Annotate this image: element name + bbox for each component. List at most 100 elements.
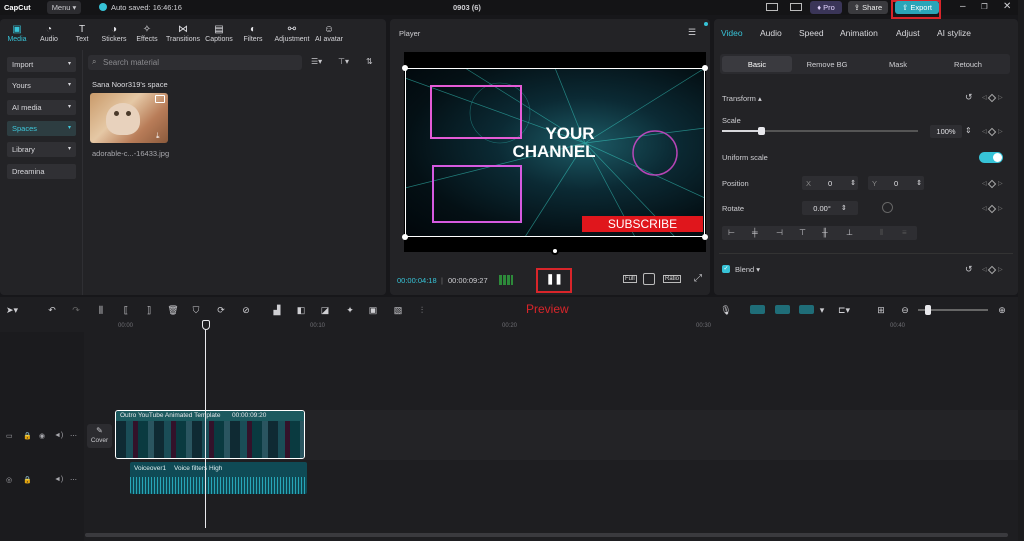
reset-icon[interactable]: ↺ bbox=[965, 264, 973, 275]
sort-icon[interactable]: ☰▾ bbox=[311, 57, 322, 66]
mute-icon[interactable]: ◄) bbox=[54, 476, 63, 483]
media-thumbnail[interactable]: ⤓ bbox=[90, 93, 168, 143]
image-icon[interactable]: ▧ bbox=[392, 304, 404, 316]
uniform-scale-toggle[interactable] bbox=[979, 152, 1003, 163]
microphone-icon[interactable]: 🎙 bbox=[720, 304, 732, 316]
blend-checkbox[interactable]: ✓ bbox=[722, 265, 730, 273]
x-stepper-icon[interactable]: ⇕ bbox=[850, 179, 856, 187]
select-tool-icon[interactable]: ➤▾ bbox=[6, 304, 18, 316]
preview-axis-icon[interactable]: ⊏▾ bbox=[835, 304, 853, 316]
align-left-icon[interactable]: ⊢ bbox=[728, 228, 735, 237]
scale-value[interactable]: 100% bbox=[930, 125, 962, 138]
download-icon[interactable]: ⤓ bbox=[156, 131, 160, 141]
subtab-mask[interactable]: Mask bbox=[863, 56, 933, 72]
position-x-input[interactable]: X 0 ⇕ bbox=[802, 176, 858, 190]
mirror-icon[interactable]: ▟ bbox=[271, 304, 283, 316]
reset-icon[interactable]: ↺ bbox=[965, 92, 973, 103]
mute-icon[interactable]: ◄) bbox=[54, 432, 63, 439]
next-keyframe-icon[interactable]: ▷ bbox=[998, 205, 1003, 212]
tool-text[interactable]: T Text bbox=[65, 24, 99, 43]
tab-animation[interactable]: Animation bbox=[840, 28, 878, 38]
next-keyframe-icon[interactable]: ▷ bbox=[998, 266, 1003, 273]
align-top-icon[interactable]: ⊤ bbox=[799, 228, 806, 237]
next-keyframe-icon[interactable]: ▷ bbox=[998, 94, 1003, 101]
selection-box[interactable] bbox=[405, 68, 705, 237]
linkage-icon[interactable] bbox=[799, 305, 814, 314]
subtab-remove-bg[interactable]: Remove BG bbox=[795, 56, 859, 72]
tool-filters[interactable]: ◐ Filters bbox=[236, 24, 270, 43]
trim-left-icon[interactable]: ⟦ bbox=[120, 304, 132, 316]
video-clip[interactable]: Outro YouTube Animated Template 00:00:09… bbox=[115, 410, 305, 459]
align-middle-v-icon[interactable]: ╫ bbox=[822, 228, 828, 237]
fit-timeline-icon[interactable]: ⊞ bbox=[875, 304, 887, 316]
sidebar-item-import[interactable]: Import ▾ bbox=[7, 57, 76, 72]
minimize-icon[interactable]: – bbox=[960, 1, 966, 12]
tool-effects[interactable]: ✧ Effects bbox=[130, 24, 164, 43]
audio-clip[interactable]: Voiceover1 Voice filters High bbox=[130, 462, 307, 494]
next-keyframe-icon[interactable]: ▷ bbox=[998, 128, 1003, 135]
sidebar-item-dreamina[interactable]: Dreamina bbox=[7, 163, 76, 179]
align-center-h-icon[interactable]: ╪ bbox=[752, 228, 758, 237]
magnet-icon[interactable] bbox=[775, 305, 790, 314]
mark-icon[interactable]: ⛉ bbox=[190, 304, 202, 316]
menu-button[interactable]: Menu ▾ bbox=[47, 1, 81, 14]
resize-handle[interactable] bbox=[702, 234, 708, 240]
prev-keyframe-icon[interactable]: ◁ bbox=[982, 180, 987, 187]
split-icon[interactable]: ⫼ bbox=[95, 304, 107, 316]
player-menu-icon[interactable]: ☰ bbox=[688, 27, 696, 38]
subtab-retouch[interactable]: Retouch bbox=[935, 56, 1001, 72]
delete-icon[interactable]: 🗑 bbox=[167, 304, 179, 316]
restore-icon[interactable]: ❐ bbox=[981, 2, 988, 11]
close-icon[interactable]: ✕ bbox=[1003, 1, 1011, 12]
resize-handle[interactable] bbox=[402, 234, 408, 240]
tab-ai-stylize[interactable]: AI stylize bbox=[937, 28, 971, 38]
screenshot-icon[interactable] bbox=[643, 273, 655, 285]
remove-bg-icon[interactable]: ◪ bbox=[319, 304, 331, 316]
share-button[interactable]: ⇪ Share bbox=[848, 1, 888, 14]
subtab-basic[interactable]: Basic bbox=[722, 56, 792, 72]
prev-keyframe-icon[interactable]: ◁ bbox=[982, 94, 987, 101]
tool-ai-avatar[interactable]: ☺ AI avatar bbox=[312, 24, 346, 43]
playhead-handle[interactable] bbox=[202, 320, 210, 330]
sidebar-item-yours[interactable]: Yours ▾ bbox=[7, 78, 76, 94]
tool-transitions[interactable]: ⋈ Transitions bbox=[166, 24, 200, 43]
distribute-v-icon[interactable]: ≡ bbox=[902, 228, 907, 237]
order-icon[interactable]: ⇅ bbox=[366, 57, 373, 66]
ratio-button[interactable]: Ratio bbox=[663, 275, 682, 283]
time-ruler[interactable] bbox=[85, 320, 1018, 332]
tool-audio[interactable]: ◔ Audio bbox=[32, 24, 66, 43]
fullscreen-icon[interactable]: ⤢ bbox=[694, 273, 702, 284]
tab-audio[interactable]: Audio bbox=[760, 28, 782, 38]
sidebar-item-spaces[interactable]: Spaces ▾ bbox=[7, 120, 76, 136]
timeline-scrollbar[interactable] bbox=[85, 533, 1008, 537]
zoom-in-icon[interactable]: ⊕ bbox=[996, 304, 1008, 316]
sidebar-item-library[interactable]: Library ▾ bbox=[7, 142, 76, 158]
hd-icon[interactable]: ▣ bbox=[367, 304, 379, 316]
pause-icon[interactable]: ❚❚ bbox=[546, 274, 563, 285]
tool-captions[interactable]: ▤ Captions bbox=[202, 24, 236, 43]
crop-icon[interactable]: ⟳ bbox=[215, 304, 227, 316]
prev-keyframe-icon[interactable]: ◁ bbox=[982, 128, 987, 135]
align-right-icon[interactable]: ⊣ bbox=[776, 228, 783, 237]
position-y-input[interactable]: Y 0 ⇕ bbox=[868, 176, 924, 190]
prev-keyframe-icon[interactable]: ◁ bbox=[982, 205, 987, 212]
linkage-dropdown-icon[interactable]: ▾ bbox=[816, 304, 828, 316]
visibility-icon[interactable]: ◉ bbox=[39, 432, 45, 440]
link-main-track-icon[interactable] bbox=[750, 305, 765, 314]
rotate-input[interactable]: 0.00° ⇕ bbox=[802, 201, 858, 215]
tab-adjust[interactable]: Adjust bbox=[896, 28, 920, 38]
keyboard-icon[interactable] bbox=[790, 3, 802, 11]
more-icon[interactable]: ⋯ bbox=[70, 476, 77, 484]
redo-icon[interactable]: ↷ bbox=[70, 304, 82, 316]
zoom-out-icon[interactable]: ⊖ bbox=[899, 304, 911, 316]
magic-icon[interactable]: ✦ bbox=[344, 304, 356, 316]
scale-stepper-icon[interactable]: ⇕ bbox=[965, 126, 972, 135]
scale-slider-knob[interactable] bbox=[758, 127, 766, 135]
lock-icon[interactable]: 🔒 bbox=[23, 432, 32, 440]
lock-icon[interactable]: 🔒 bbox=[23, 476, 32, 484]
filter-icon[interactable]: ⊤▾ bbox=[338, 57, 349, 66]
rotate-stepper-icon[interactable]: ⇕ bbox=[841, 204, 847, 212]
tool-adjustment[interactable]: ⚯ Adjustment bbox=[270, 24, 314, 43]
undo-icon[interactable]: ↶ bbox=[46, 304, 58, 316]
pro-button[interactable]: ♦ Pro bbox=[810, 1, 842, 14]
